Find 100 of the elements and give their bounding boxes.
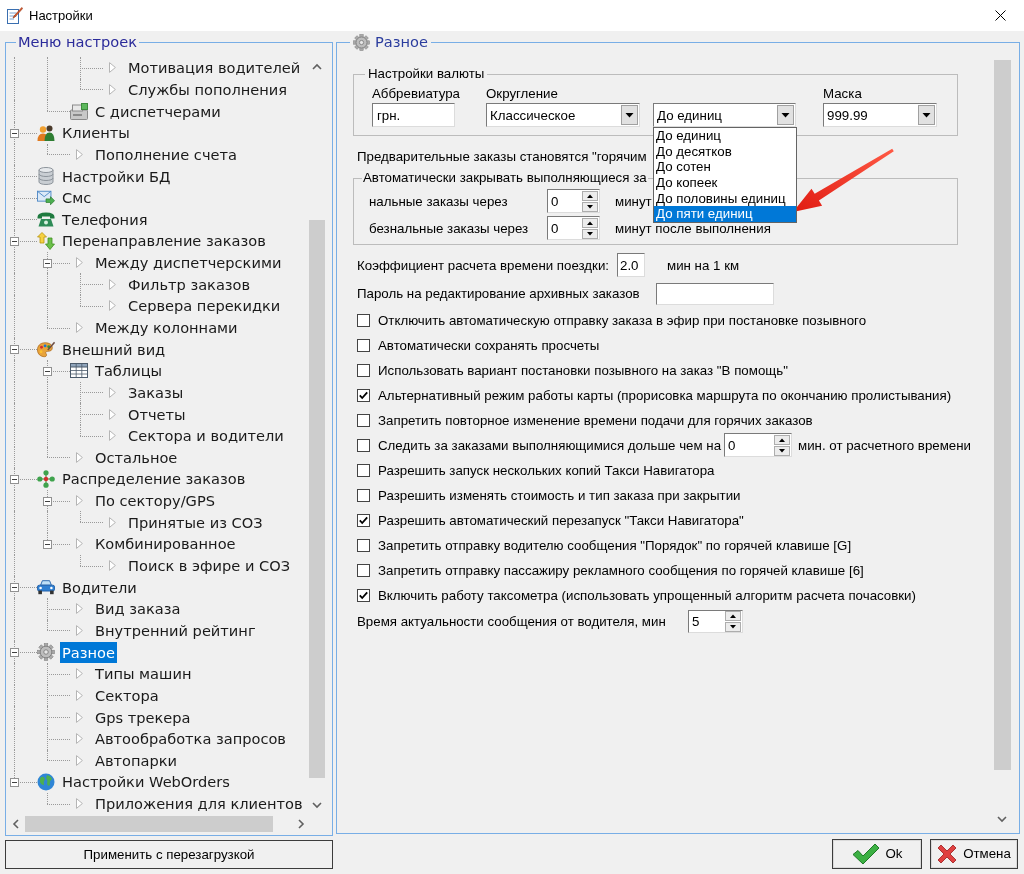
tree-item[interactable]: Фильтр заказов	[126, 273, 253, 295]
tree-item[interactable]: Настройки WebOrders	[60, 771, 232, 793]
tree-item[interactable]: Между диспетчерскими	[93, 252, 284, 274]
dropdown-field[interactable]: 999.99	[823, 103, 937, 127]
tree-item[interactable]: Отчеты	[126, 403, 188, 425]
tree-item[interactable]: Заказы	[126, 381, 186, 403]
collapse-icon[interactable]	[10, 777, 19, 787]
spinner-field[interactable]: 5	[688, 609, 743, 633]
dropdown-option[interactable]: До единиц	[654, 128, 796, 144]
collapse-icon[interactable]	[43, 496, 52, 506]
checkbox[interactable]	[357, 313, 370, 327]
spin-down-icon[interactable]	[725, 621, 741, 632]
tree-item[interactable]: Внутренний рейтинг	[93, 619, 258, 641]
tree-item[interactable]: Перенаправление заказов	[60, 230, 268, 252]
chevron-right-icon[interactable]	[297, 819, 305, 829]
collapse-icon[interactable]	[10, 583, 19, 593]
tree-item[interactable]: Сектора и водители	[126, 425, 286, 447]
spin-down-icon[interactable]	[582, 228, 598, 239]
tree-item[interactable]: С диспетчерами	[93, 100, 223, 122]
tree-item[interactable]: Принятые из СОЗ	[126, 511, 265, 533]
tree-item[interactable]: Между колоннами	[93, 317, 240, 338]
checkbox[interactable]	[357, 338, 370, 352]
dropdown-option[interactable]: До сотен	[654, 159, 796, 175]
triangle-icon	[75, 538, 83, 550]
tree-item[interactable]: Остальное	[93, 446, 180, 468]
spin-up-icon[interactable]	[582, 217, 598, 228]
close-icon[interactable]	[995, 10, 1006, 21]
spin-up-icon[interactable]	[582, 190, 598, 201]
tree-item[interactable]: Сервера перекидки	[126, 295, 283, 317]
apply-restart-button[interactable]: Применить с перезагрузкой	[5, 840, 333, 869]
scrollbar-thumb[interactable]	[25, 816, 273, 832]
chevron-down-icon[interactable]	[312, 801, 322, 809]
tree-item[interactable]: Распределение заказов	[60, 468, 248, 490]
collapse-icon[interactable]	[10, 128, 19, 138]
checkbox[interactable]	[357, 588, 370, 602]
option-label: Следить за заказами выполняющимися дольше чем на	[378, 437, 722, 453]
collapse-icon[interactable]	[10, 475, 19, 484]
checkbox[interactable]	[357, 513, 370, 527]
chevron-up-icon[interactable]	[312, 63, 322, 71]
tree-item[interactable]: Автопарки	[93, 749, 180, 771]
tree-item[interactable]: Сектора	[93, 684, 161, 706]
tree-item[interactable]: По сектору/GPS	[93, 490, 217, 512]
tree-item[interactable]: Настройки БД	[60, 165, 173, 187]
tree-item[interactable]: Приложения для клиентов	[93, 793, 305, 815]
tree-item[interactable]: Вид заказа	[93, 598, 183, 620]
tree-item[interactable]: Мотивация водителей	[126, 57, 303, 79]
checkbox[interactable]	[357, 538, 370, 552]
tree-item[interactable]: Телефония	[60, 208, 150, 230]
tree-item[interactable]: Комбинированное	[93, 533, 238, 555]
checkbox[interactable]	[357, 413, 370, 427]
tree-item[interactable]: Автообработка запросов	[93, 728, 288, 750]
tree-item[interactable]: Клиенты	[60, 122, 132, 144]
checkbox[interactable]	[357, 363, 370, 377]
spinner-field[interactable]: 0	[547, 216, 600, 240]
chevron-left-icon[interactable]	[12, 819, 20, 829]
checkbox[interactable]	[357, 488, 370, 502]
chevron-down-icon[interactable]	[997, 815, 1007, 823]
tree-item[interactable]: Пополнение счета	[93, 143, 239, 165]
tree-item[interactable]: Внешний вид	[60, 338, 168, 360]
tree-item[interactable]: Таблицы	[93, 360, 165, 382]
triangle-icon	[108, 300, 116, 312]
spin-down-icon[interactable]	[774, 445, 791, 456]
dropdown-field[interactable]: До единиц	[653, 103, 796, 127]
spin-down-icon[interactable]	[582, 201, 598, 212]
collapse-icon[interactable]	[10, 345, 19, 355]
checkbox[interactable]	[357, 563, 370, 577]
spin-up-icon[interactable]	[725, 610, 741, 621]
spinner-field[interactable]: 0	[547, 189, 600, 213]
dropdown-option[interactable]: До десятков	[654, 143, 796, 160]
spinner-field[interactable]: 0	[724, 433, 793, 457]
tree-item[interactable]: Gps трекера	[93, 706, 193, 728]
collapse-icon[interactable]	[10, 648, 19, 658]
collapse-icon[interactable]	[43, 366, 52, 376]
scrollbar-thumb[interactable]	[993, 60, 1011, 770]
checkbox[interactable]	[357, 438, 370, 452]
coefficient-field[interactable]: 2.0	[617, 253, 645, 277]
checkbox[interactable]	[357, 388, 370, 402]
tree-item[interactable]: Службы пополнения	[126, 78, 290, 100]
dropdown-option[interactable]: До пяти единиц	[654, 206, 796, 222]
tree-item[interactable]: Поиск в эфире и СОЗ	[126, 555, 293, 577]
cancel-button[interactable]: Отмена	[930, 839, 1018, 869]
tree-item[interactable]: Типы машин	[93, 663, 194, 685]
tree-item[interactable]: Водители	[60, 576, 139, 598]
option-label: Автоматически сохранять просчеты	[378, 337, 600, 353]
spin-up-icon[interactable]	[774, 434, 791, 445]
collapse-icon[interactable]	[43, 258, 52, 268]
collapse-icon[interactable]	[10, 236, 19, 246]
dropdown-option[interactable]: До копеек	[654, 174, 796, 191]
ok-button[interactable]: Ok	[832, 839, 922, 869]
password-field[interactable]	[656, 282, 774, 305]
dropdown-option[interactable]: До половины единиц	[654, 190, 796, 207]
tree-item[interactable]: Смс	[60, 187, 94, 209]
dropdown-field[interactable]: Классическое	[486, 103, 640, 127]
collapse-icon[interactable]	[43, 539, 52, 549]
scrollbar-thumb[interactable]	[309, 220, 325, 778]
checkbox[interactable]	[357, 463, 370, 477]
tree-item[interactable]: Разное	[60, 641, 117, 663]
triangle-icon	[75, 322, 83, 333]
option-label: Запретить отправку пассажиру рекламного сообщения по горячей клавише [6]	[378, 562, 864, 578]
abbreviation-field[interactable]: грн.	[372, 103, 455, 127]
